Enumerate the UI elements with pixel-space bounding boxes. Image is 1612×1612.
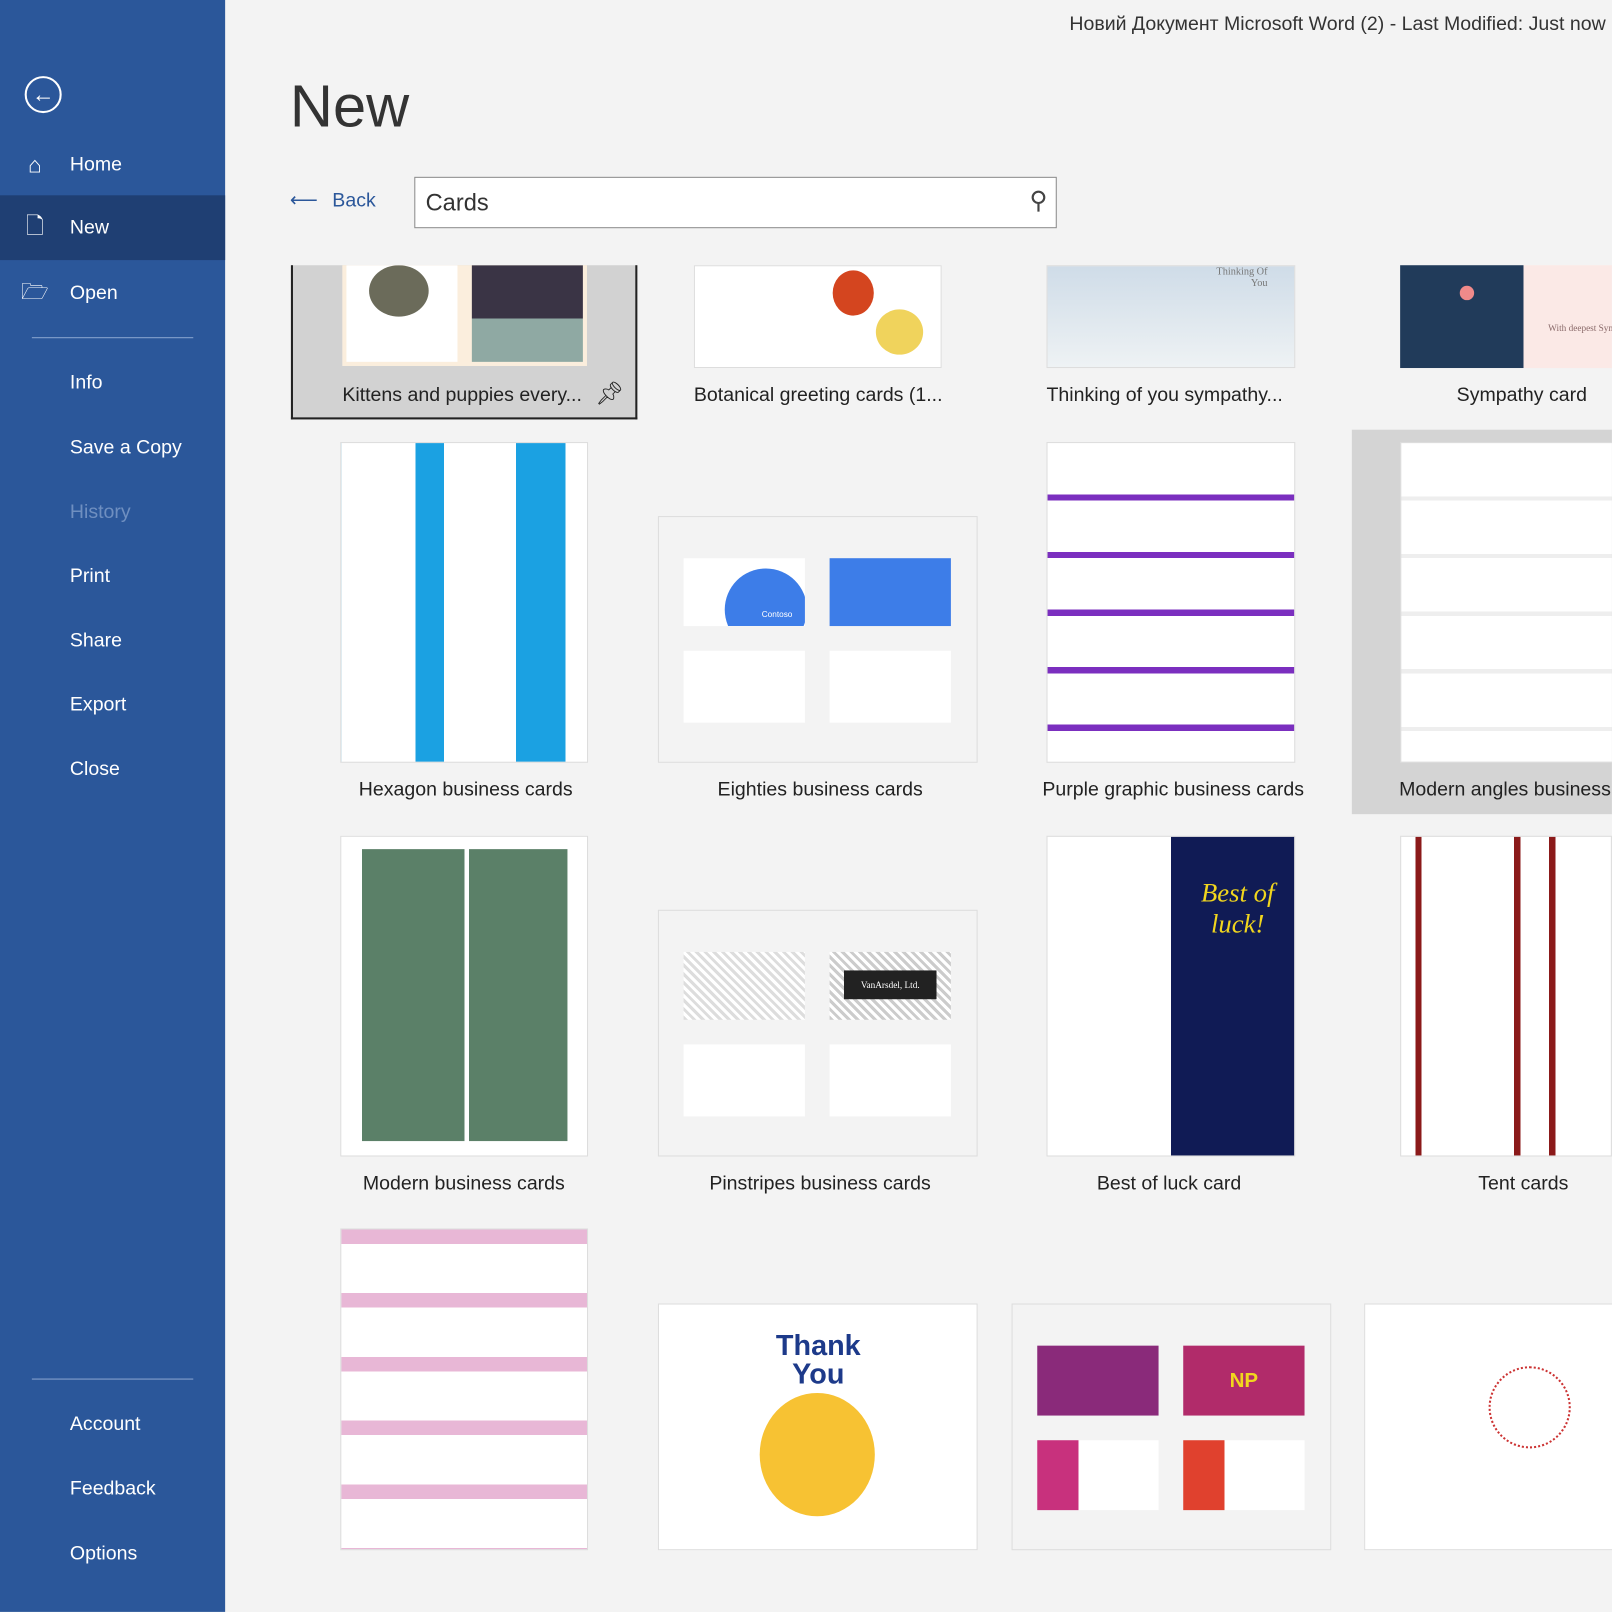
- sidebar-item-history: History: [69, 501, 131, 523]
- template-thumbnail: NP: [1011, 1303, 1332, 1551]
- home-icon: ⌂: [28, 151, 42, 178]
- template-tile-eighties[interactable]: Contoso Eighties business cards: [657, 516, 978, 814]
- template-tile-thank-you[interactable]: Thank You: [657, 1303, 978, 1551]
- back-label: Back: [332, 189, 376, 212]
- label: New: [69, 216, 109, 238]
- template-label: Thinking of you sympathy...: [1046, 384, 1283, 407]
- sidebar-item-print[interactable]: Print: [0, 544, 225, 609]
- label: Open: [69, 282, 118, 304]
- thumb-text: Thinking Of You: [1216, 266, 1268, 289]
- template-thumbnail: Thinking Of You: [1046, 265, 1296, 369]
- template-thumbnail: Thank You: [657, 1303, 978, 1551]
- folder-icon: 🗁: [20, 278, 49, 304]
- backstage-sidebar: ← ⌂ Home 🗋 New 🗁 Open Info Save a Copy Hist…: [0, 0, 226, 1612]
- thumb-text: NP: [1183, 1345, 1305, 1416]
- sidebar-item-account[interactable]: Account: [0, 1392, 225, 1457]
- sidebar-item-close[interactable]: Close: [0, 737, 225, 802]
- template-label: Modern business cards: [362, 1172, 565, 1195]
- template-label: Modern angles business cards: [1399, 779, 1612, 801]
- template-label: Botanical greeting cards (1...: [693, 384, 943, 407]
- template-tile-best-of-luck[interactable]: Best of luck! Best of luck card: [1046, 835, 1314, 1206]
- divider: [31, 337, 194, 339]
- template-tile[interactable]: [340, 1228, 589, 1551]
- template-thumbnail: With deepest Sympathy: [1400, 265, 1612, 369]
- template-tile-modern-angles[interactable]: Modern angles business cards: [1351, 429, 1612, 815]
- thumb-text: Contoso: [761, 609, 793, 619]
- template-thumbnail: [342, 265, 587, 366]
- template-label: Purple graphic business cards: [1042, 779, 1305, 801]
- template-label: Sympathy card: [1456, 384, 1587, 407]
- template-label: Best of luck card: [1096, 1172, 1242, 1195]
- sidebar-item-new[interactable]: 🗋 New: [0, 195, 226, 261]
- search-input[interactable]: Cards ⚲: [414, 176, 1057, 229]
- sidebar-item-options[interactable]: Options: [0, 1521, 225, 1586]
- template-thumbnail: [1400, 442, 1612, 763]
- template-thumbnail: [340, 835, 589, 1157]
- divider: [31, 1378, 194, 1380]
- back-button[interactable]: ⟵ Back: [290, 189, 376, 213]
- template-thumbnail: Best of luck!: [1046, 835, 1296, 1157]
- sidebar-item-open[interactable]: 🗁 Open: [0, 261, 225, 326]
- template-tile-kittens[interactable]: Kittens and puppies every... 📌︎: [290, 265, 638, 420]
- template-thumbnail: Contoso: [657, 516, 978, 763]
- thumb-text: With deepest Sympathy: [1548, 322, 1612, 334]
- template-tile[interactable]: [1364, 1303, 1612, 1551]
- pin-icon[interactable]: 📌︎: [595, 380, 624, 407]
- page-title: New: [289, 72, 410, 140]
- template-tile-purple[interactable]: Purple graphic business cards: [1042, 442, 1314, 812]
- thumb-text: VanArsdel, Ltd.: [843, 970, 937, 1000]
- template-tile-sympathy[interactable]: With deepest Sympathy Sympathy card: [1400, 265, 1612, 419]
- template-tile-thinking[interactable]: Thinking Of You Thinking of you sympathy…: [1046, 265, 1314, 419]
- window-title: Новий Документ Microsoft Word (2) - Last…: [1069, 13, 1606, 35]
- search-value: Cards: [425, 188, 489, 216]
- new-document-icon: 🗋: [25, 212, 45, 238]
- thumb-text: Best of luck!: [1200, 877, 1275, 939]
- template-label: Kittens and puppies every...: [342, 384, 582, 407]
- sidebar-item-home[interactable]: ⌂ Home: [0, 133, 225, 198]
- template-label: Eighties business cards: [717, 779, 923, 801]
- template-thumbnail: [340, 442, 589, 763]
- label: Home: [69, 153, 123, 176]
- template-label: Hexagon business cards: [358, 779, 573, 801]
- template-tile-modern[interactable]: Modern business cards: [340, 835, 589, 1206]
- template-thumbnail: VanArsdel, Ltd.: [657, 909, 978, 1157]
- sidebar-item-feedback[interactable]: Feedback: [0, 1457, 225, 1522]
- search-icon[interactable]: ⚲: [1029, 186, 1047, 216]
- template-thumbnail: [340, 1228, 589, 1551]
- template-thumbnail: [1400, 835, 1612, 1157]
- sidebar-item-share[interactable]: Share: [0, 609, 225, 674]
- template-thumbnail: [1046, 442, 1296, 763]
- template-thumbnail: [693, 265, 942, 369]
- template-tile-tent[interactable]: Tent cards: [1400, 835, 1612, 1206]
- arrow-left-icon: ⟵: [289, 190, 318, 212]
- back-arrow-icon[interactable]: ←: [24, 76, 62, 114]
- template-label: Pinstripes business cards: [709, 1172, 931, 1195]
- sidebar-item-export[interactable]: Export: [0, 672, 225, 737]
- sidebar-item-info[interactable]: Info: [0, 351, 225, 416]
- template-tile-botanical[interactable]: Botanical greeting cards (1...: [658, 265, 978, 419]
- template-tile-pinstripes[interactable]: VanArsdel, Ltd. Pinstripes business card…: [657, 909, 978, 1208]
- sidebar-item-save-copy[interactable]: Save a Copy: [0, 415, 225, 480]
- template-tile[interactable]: NP: [1011, 1303, 1332, 1551]
- template-thumbnail: [1364, 1303, 1612, 1551]
- template-label: Tent cards: [1478, 1172, 1569, 1195]
- template-tile-hexagon[interactable]: Hexagon business cards: [340, 442, 589, 812]
- thumb-text: Thank You: [775, 1329, 861, 1390]
